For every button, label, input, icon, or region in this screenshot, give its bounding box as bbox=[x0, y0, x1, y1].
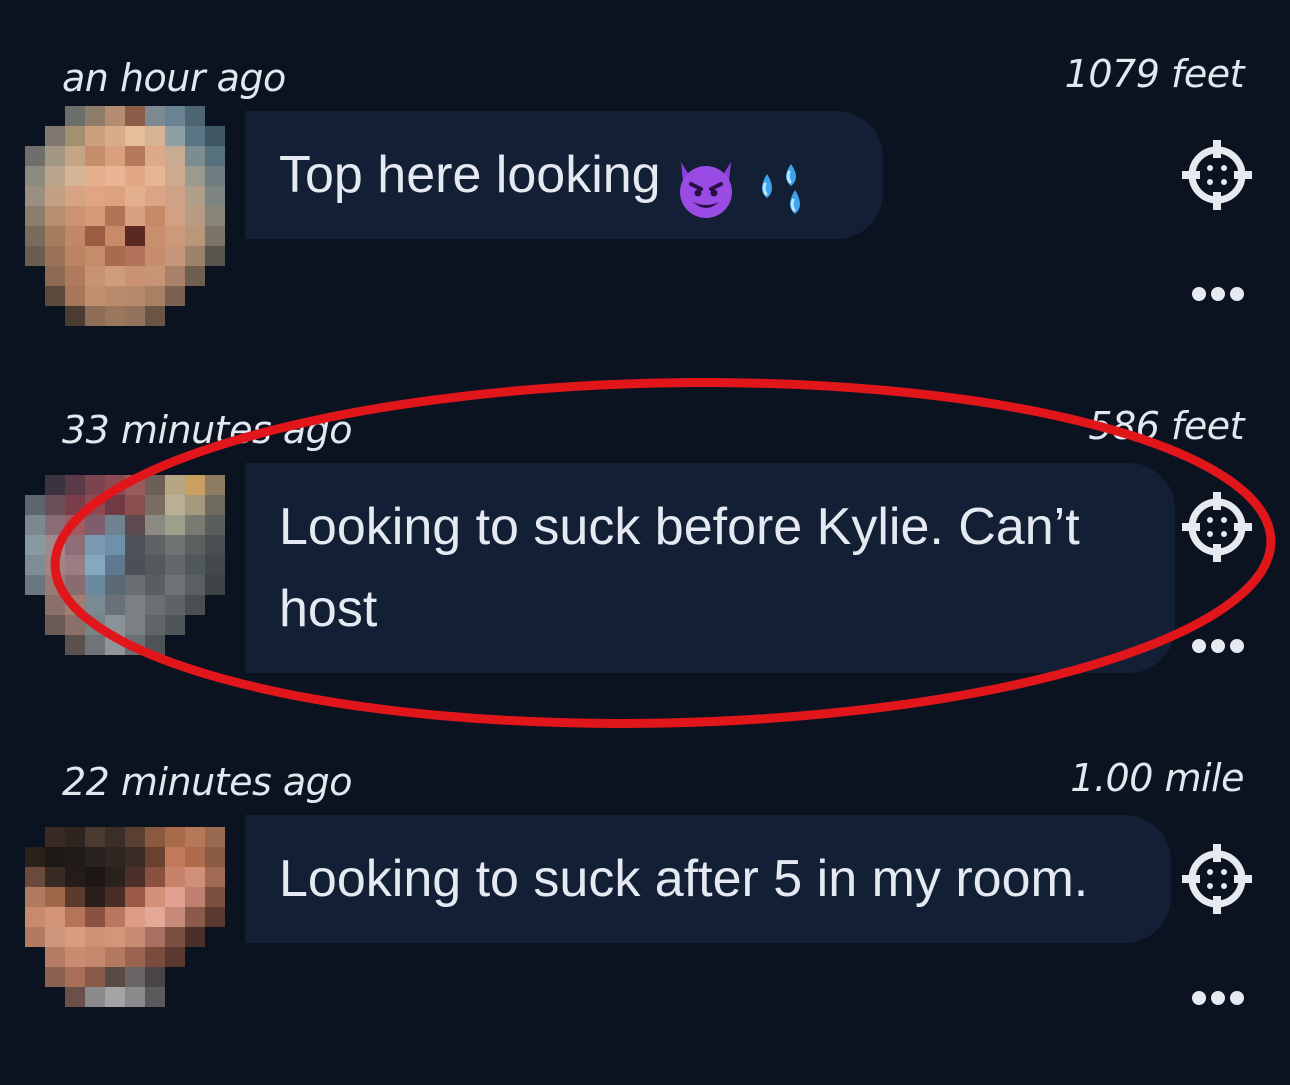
message-text: Looking to suck after 5 in my room. bbox=[279, 850, 1089, 908]
message-text: Top here looking bbox=[279, 146, 661, 204]
message-bubble[interactable]: Looking to suck before Kylie. Can’t host bbox=[245, 463, 1175, 673]
post-timestamp: an hour ago bbox=[62, 56, 286, 100]
crosshair-icon[interactable] bbox=[1180, 842, 1254, 916]
message-bubble[interactable]: Top here looking bbox=[245, 111, 883, 239]
message-text: Looking to suck before Kylie. Can’t host bbox=[279, 498, 1080, 638]
ellipsis-icon[interactable] bbox=[1190, 988, 1246, 1008]
post-distance: 1079 feet bbox=[1064, 52, 1245, 96]
ellipsis-icon[interactable] bbox=[1190, 284, 1246, 304]
avatar[interactable] bbox=[25, 455, 245, 675]
avatar[interactable] bbox=[25, 106, 245, 326]
smiling-devil-emoji bbox=[671, 156, 741, 220]
post-distance: 1.00 mile bbox=[1070, 756, 1244, 800]
post-item: 22 minutes ago 1.00 mile Looking to suck… bbox=[0, 704, 1290, 1034]
post-item: an hour ago 1079 feet Top here looking bbox=[0, 0, 1290, 330]
crosshair-icon[interactable] bbox=[1180, 138, 1254, 212]
post-distance: 586 feet bbox=[1088, 404, 1244, 448]
post-item: 33 minutes ago 586 feet Looking to suck … bbox=[0, 352, 1290, 682]
post-timestamp: 33 minutes ago bbox=[62, 408, 353, 452]
sweat-droplets-emoji bbox=[751, 156, 815, 220]
crosshair-icon[interactable] bbox=[1180, 490, 1254, 564]
post-timestamp: 22 minutes ago bbox=[62, 760, 353, 804]
message-bubble[interactable]: Looking to suck after 5 in my room. bbox=[245, 815, 1171, 943]
avatar[interactable] bbox=[25, 807, 245, 1027]
ellipsis-icon[interactable] bbox=[1190, 636, 1246, 656]
